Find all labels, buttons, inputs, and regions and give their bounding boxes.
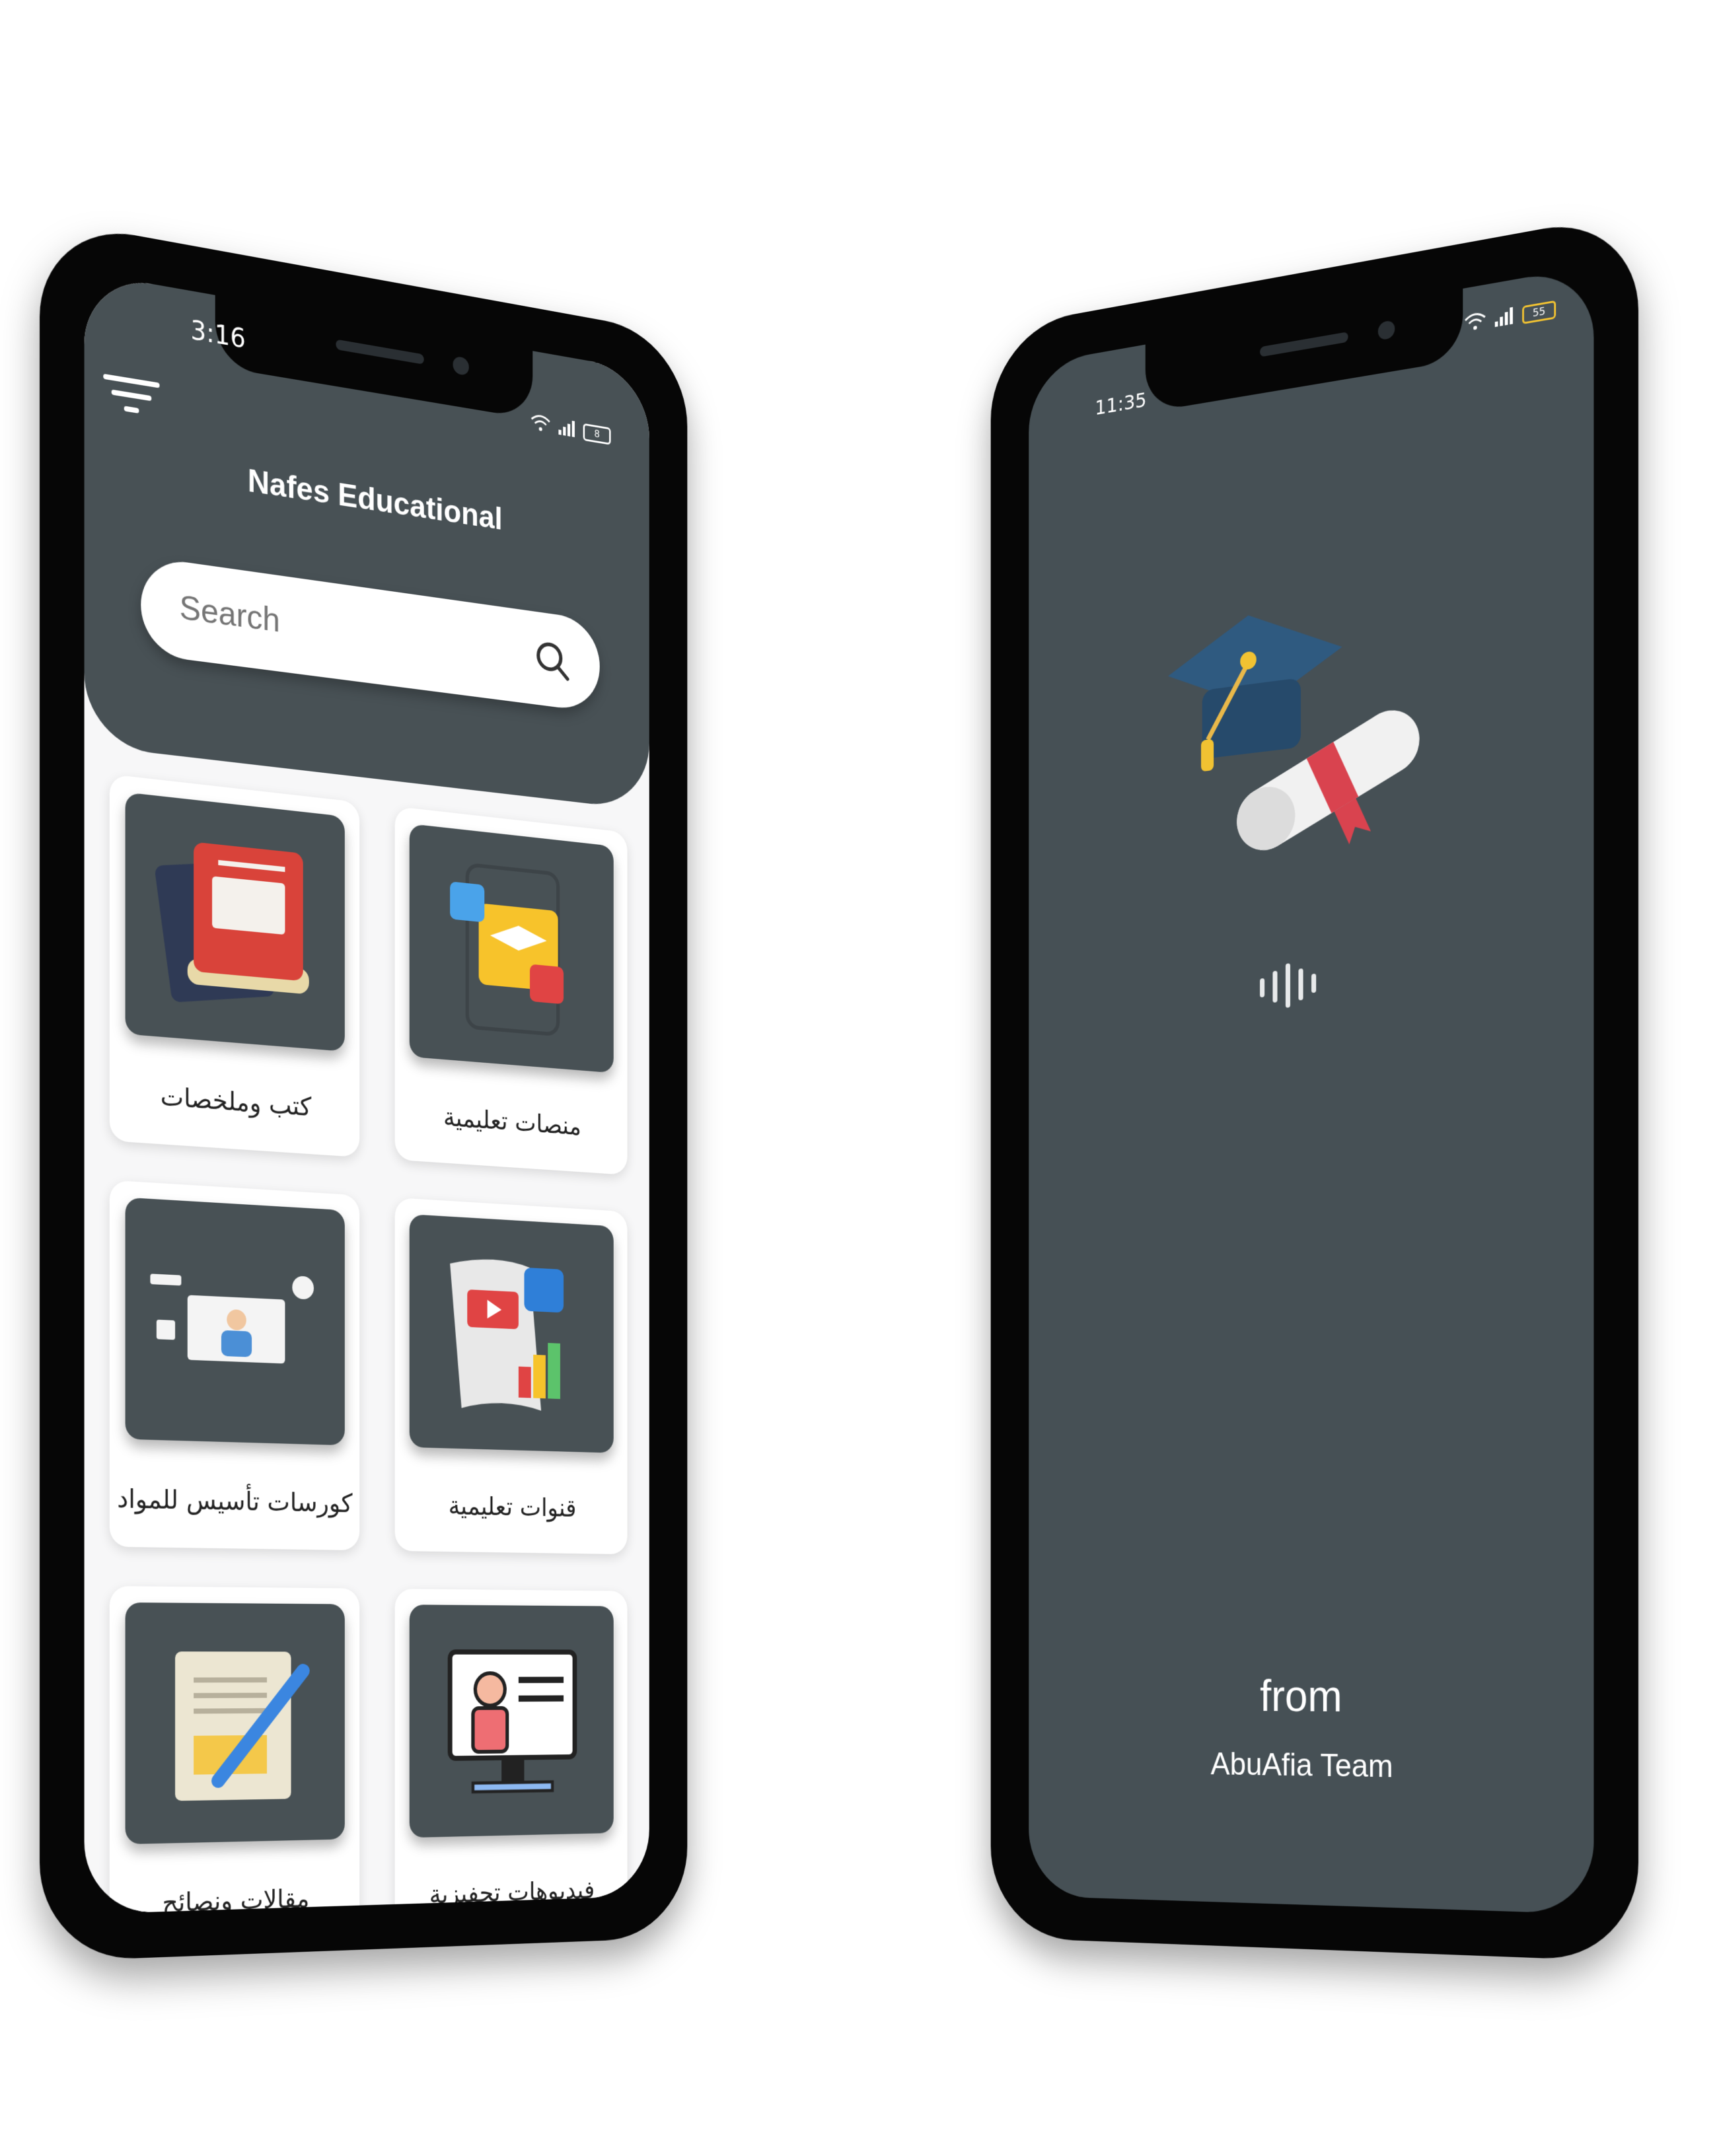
online-course-icon <box>144 1254 327 1390</box>
card-thumbnail <box>126 1602 345 1844</box>
notch <box>1146 289 1463 413</box>
category-card[interactable]: كتب وملخصات <box>110 774 359 1157</box>
card-label: فيديوهات تحفيزية <box>395 1875 628 1910</box>
search-icon[interactable] <box>532 636 571 684</box>
loading-indicator <box>1260 961 1316 1010</box>
phone-left: 3:16 8 Nafes Educational Search كتب وملخ… <box>40 218 687 1962</box>
card-thumbnail <box>126 1198 345 1445</box>
card-label: كتب وملخصات <box>110 1078 359 1126</box>
battery-icon: 8 <box>583 423 611 445</box>
card-label: قنوات تعليمية <box>395 1490 628 1524</box>
team-name: AbuAfia Team <box>1029 1743 1593 1787</box>
card-label: منصات تعليمية <box>395 1099 628 1145</box>
splash-screen: 11:35 55 from AbuAfia Team <box>1029 266 1593 1914</box>
signal-icon <box>558 419 575 440</box>
category-grid: كتب وملخصات منصات تعليمية كورسات تأسيس ل… <box>110 774 628 1914</box>
phone-graduation-icon <box>427 847 597 1050</box>
card-thumbnail <box>410 1604 614 1838</box>
category-card[interactable]: فيديوهات تحفيزية <box>395 1589 628 1914</box>
status-time: 11:35 <box>1095 388 1146 420</box>
graduation-cap-diploma-icon <box>1157 563 1439 901</box>
teacher-screen-icon <box>427 1627 597 1815</box>
battery-icon: 55 <box>1522 301 1556 324</box>
card-thumbnail <box>410 1214 614 1453</box>
filter-menu-icon[interactable] <box>103 374 159 429</box>
article-pen-icon <box>144 1626 327 1821</box>
status-icons: 55 <box>1464 299 1556 336</box>
wifi-icon <box>530 413 551 437</box>
card-thumbnail <box>410 824 614 1073</box>
book-icon <box>144 824 327 1021</box>
from-text: from <box>1029 1671 1593 1724</box>
card-label: كورسات تأسيس للمواد <box>110 1484 359 1519</box>
wifi-icon <box>1464 310 1486 336</box>
category-card[interactable]: منصات تعليمية <box>395 807 628 1175</box>
category-card[interactable]: قنوات تعليمية <box>395 1198 628 1554</box>
card-label: مقالات ونصائح <box>110 1883 359 1914</box>
card-thumbnail <box>126 792 345 1052</box>
phone-right: 11:35 55 from AbuAfia Team <box>991 211 1638 1962</box>
signal-icon <box>1495 307 1514 330</box>
home-screen: 3:16 8 Nafes Educational Search كتب وملخ… <box>85 272 649 1914</box>
category-card[interactable]: مقالات ونصائح <box>110 1586 359 1914</box>
category-card[interactable]: كورسات تأسيس للمواد <box>110 1180 359 1550</box>
video-channel-icon <box>427 1237 597 1431</box>
